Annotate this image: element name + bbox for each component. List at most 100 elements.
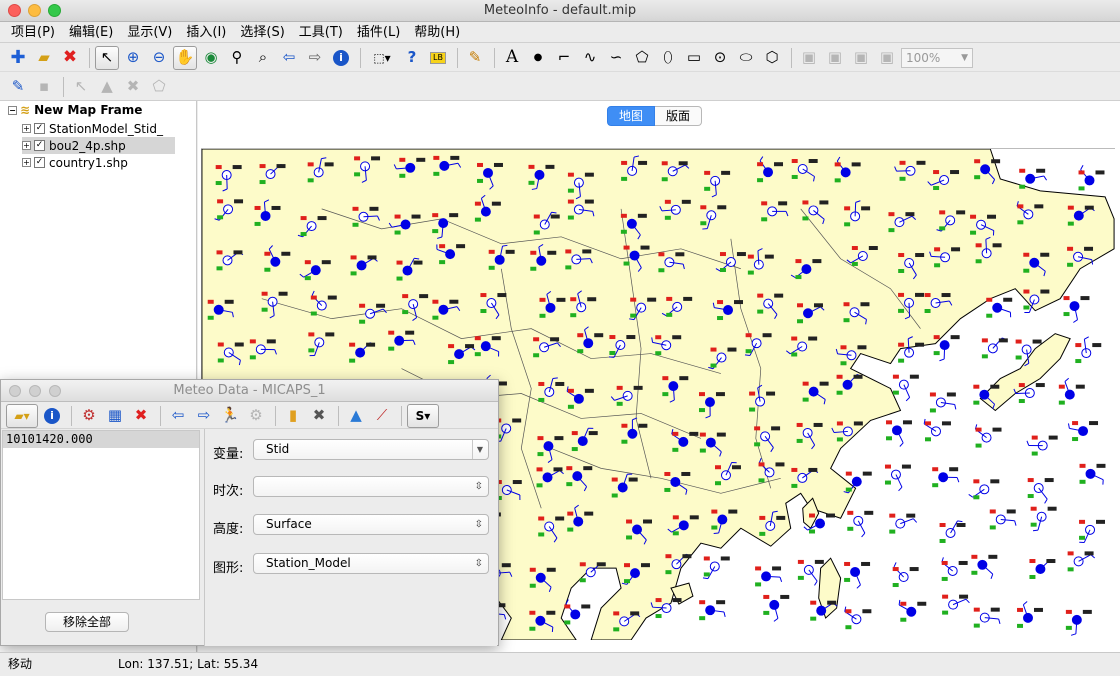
layout-zoom-out-button[interactable]: ▣ [849, 46, 873, 70]
add-curve-button[interactable]: ∽ [604, 46, 628, 70]
forward-button[interactable]: ⇨ [303, 46, 327, 70]
identify-button[interactable]: ⚲ [225, 46, 249, 70]
dewpoint-mark [567, 215, 574, 220]
label-button[interactable]: LB [426, 46, 450, 70]
next-time-button[interactable]: ⇨ [192, 404, 216, 428]
menu-help[interactable]: 帮助(H) [407, 22, 467, 42]
edit-shape-button[interactable]: ⬠ [147, 75, 171, 99]
add-polyline-button[interactable]: ⌐ [552, 46, 576, 70]
layer-visibility-checkbox[interactable]: ✓ [34, 140, 45, 151]
section-plot-button[interactable]: ▲ [344, 404, 368, 428]
zoom-in-button[interactable]: ⊕ [121, 46, 145, 70]
add-circle-button[interactable]: ⊙ [708, 46, 732, 70]
info-button[interactable]: i [329, 46, 353, 70]
data-file-list[interactable]: 10101420.000 [2, 430, 200, 600]
expand-icon[interactable]: + [22, 158, 31, 167]
collapse-icon[interactable]: − [8, 105, 17, 115]
layout-page-button[interactable]: ▣ [797, 46, 821, 70]
expand-icon[interactable]: + [22, 141, 31, 150]
layout-zoom-in-button[interactable]: ▣ [823, 46, 847, 70]
add-ellipse-button[interactable]: ⬭ [734, 46, 758, 70]
add-feature-button[interactable]: ▲ [95, 75, 119, 99]
list-item[interactable]: 10101420.000 [3, 431, 199, 448]
remove-all-button[interactable]: 移除全部 [45, 612, 129, 632]
edit-button[interactable]: ✎ [463, 46, 487, 70]
back-button[interactable]: ⇦ [277, 46, 301, 70]
zoom-to-layer-button[interactable]: ⌕ [251, 46, 275, 70]
delete-feature-button[interactable]: ✖ [121, 75, 145, 99]
tab-map[interactable]: 地图 [607, 106, 656, 126]
settings-button[interactable]: ⚙ [77, 404, 101, 428]
expand-icon[interactable]: + [22, 124, 31, 133]
add-rectangle-button[interactable]: ▭ [682, 46, 706, 70]
help-button[interactable]: ? [400, 46, 424, 70]
pressure-mark [683, 296, 693, 301]
animate-settings-button[interactable]: ⚙ [244, 404, 268, 428]
start-edit-button[interactable]: ✎ [6, 75, 30, 99]
edit-vertices-button[interactable]: ⬡ [760, 46, 784, 70]
full-extent-button[interactable]: ◉ [199, 46, 223, 70]
pressure-mark [630, 611, 640, 616]
menu-edit[interactable]: 编辑(E) [62, 22, 120, 42]
time-select[interactable]: ⇳ [253, 476, 489, 497]
menu-select[interactable]: 选择(S) [233, 22, 291, 42]
add-layer-button[interactable]: ✚ [6, 46, 30, 70]
menu-tools[interactable]: 工具(T) [292, 22, 350, 42]
select-features-button[interactable]: ⬚▾ [366, 46, 398, 70]
save-edit-button[interactable]: ▪ [32, 75, 56, 99]
maximize-window-button[interactable] [48, 4, 61, 17]
dialog-close-button[interactable] [9, 385, 21, 397]
add-point-button[interactable]: ● [526, 46, 550, 70]
view-table-button[interactable]: ▦ [103, 404, 127, 428]
edit-select-button[interactable]: ↖ [69, 75, 93, 99]
dewpoint-mark [662, 392, 669, 397]
dewpoint-mark [933, 351, 940, 356]
animate-button[interactable]: 🏃 [218, 404, 242, 428]
pan-button[interactable]: ✋ [173, 45, 197, 70]
zoom-level-combo[interactable]: 100% ▼ [901, 47, 973, 68]
menu-view[interactable]: 显示(V) [120, 22, 179, 42]
layer-item[interactable]: + ✓ bou2_4p.shp [22, 137, 175, 154]
minimize-window-button[interactable] [28, 4, 41, 17]
add-text-button[interactable]: A [500, 46, 524, 70]
layer-visibility-checkbox[interactable]: ✓ [34, 123, 45, 134]
close-window-button[interactable] [8, 4, 21, 17]
tools-button[interactable]: ✖ [307, 404, 331, 428]
menu-project[interactable]: 项目(P) [4, 22, 62, 42]
add-curve-polygon-button[interactable]: ⬯ [656, 46, 680, 70]
temperature-mark [259, 164, 266, 169]
dewpoint-mark [1058, 400, 1065, 405]
graphic-select[interactable]: Station_Model ⇳ [253, 553, 489, 574]
temperature-mark [845, 471, 852, 476]
add-freehand-button[interactable]: ∿ [578, 46, 602, 70]
pressure-mark [941, 421, 951, 426]
add-polygon-button[interactable]: ⬠ [630, 46, 654, 70]
pressure-mark [775, 462, 785, 467]
open-data-button[interactable]: ▰▾ [6, 403, 38, 428]
open-button[interactable]: ▰ [32, 46, 56, 70]
map-frame-node[interactable]: − ≋ New Map Frame [8, 103, 142, 117]
remove-data-button[interactable]: ✖ [129, 404, 153, 428]
wind-barb-tick [898, 599, 901, 605]
data-info-button[interactable]: i [40, 404, 64, 428]
select-tool-button[interactable]: ↖ [95, 45, 119, 70]
menu-insert[interactable]: 插入(I) [179, 22, 233, 42]
remove-layer-button[interactable]: ✖ [58, 46, 82, 70]
layer-item[interactable]: + ✓ StationModel_Stid_ [22, 120, 163, 137]
dialog-maximize-button[interactable] [49, 385, 61, 397]
pressure-mark [546, 610, 556, 615]
draw-button[interactable]: ▮ [281, 404, 305, 428]
layout-fit-button[interactable]: ▣ [875, 46, 899, 70]
layer-item[interactable]: + ✓ country1.shp [22, 154, 128, 171]
tab-layout[interactable]: 版面 [655, 106, 703, 126]
pressure-mark [1075, 384, 1085, 389]
previous-time-button[interactable]: ⇦ [166, 404, 190, 428]
variable-combo[interactable]: Stid ▼ [253, 439, 489, 460]
layer-visibility-checkbox[interactable]: ✓ [34, 157, 45, 168]
dialog-minimize-button[interactable] [29, 385, 41, 397]
level-select[interactable]: Surface ⇳ [253, 514, 489, 535]
zoom-out-button[interactable]: ⊖ [147, 46, 171, 70]
statistics-button[interactable]: S▾ [407, 403, 439, 428]
menu-plugins[interactable]: 插件(L) [350, 22, 407, 42]
time-series-button[interactable]: ⟋ [370, 404, 394, 428]
